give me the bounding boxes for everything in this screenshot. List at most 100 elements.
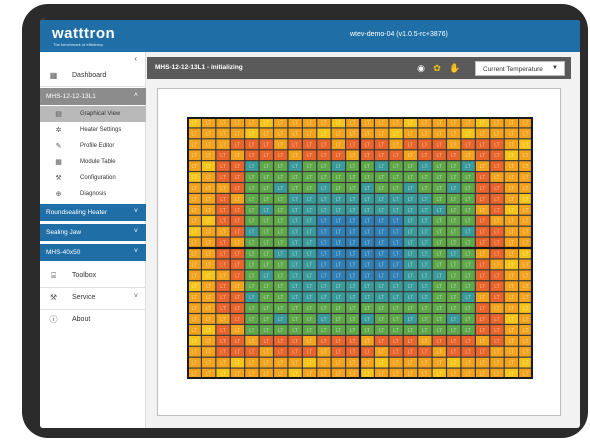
heater-cell[interactable]: LT	[389, 172, 403, 182]
heater-cell[interactable]: LT	[375, 259, 389, 270]
heater-cell[interactable]: LT	[389, 204, 403, 215]
heater-cell[interactable]: LT	[245, 128, 259, 139]
heater-cell[interactable]: LT	[519, 215, 533, 226]
brand-logo[interactable]: watttron	[52, 25, 115, 42]
heater-cell[interactable]: LT	[418, 150, 432, 161]
heater-cell[interactable]: LT	[461, 259, 475, 270]
heater-cell[interactable]: LT	[187, 139, 201, 150]
heater-cell[interactable]: LT	[389, 117, 403, 128]
heater-cell[interactable]: LT	[461, 335, 475, 346]
heater-cell[interactable]: LT	[346, 325, 360, 335]
heater-cell[interactable]: LT	[389, 281, 403, 292]
heater-cell[interactable]: LT	[504, 314, 518, 324]
heater-cell[interactable]: LT	[230, 237, 245, 248]
heater-cell[interactable]: LT	[360, 161, 374, 171]
heater-cell[interactable]: LT	[418, 117, 432, 128]
heater-cell[interactable]: LT	[403, 161, 418, 171]
heater-cell[interactable]: LT	[331, 325, 345, 335]
heater-cell[interactable]: LT	[418, 161, 432, 171]
heater-cell[interactable]: LT	[259, 226, 273, 237]
heater-cell[interactable]: LT	[375, 325, 389, 335]
heater-cell[interactable]: LT	[346, 237, 360, 248]
sidebar-item-graphical-view[interactable]: ▤ Graphical View	[40, 106, 146, 122]
heater-cell[interactable]: LT	[187, 335, 201, 346]
heater-cell[interactable]: LT	[331, 150, 345, 161]
heater-cell[interactable]: LT	[389, 226, 403, 237]
heater-cell[interactable]: LT	[274, 325, 288, 335]
heater-cell[interactable]: LT	[447, 281, 461, 292]
heater-cell[interactable]: LT	[331, 139, 345, 150]
heater-cell[interactable]: LT	[317, 314, 331, 324]
heater-cell[interactable]: LT	[331, 215, 345, 226]
heater-cell[interactable]: LT	[274, 226, 288, 237]
heater-cell[interactable]: LT	[504, 248, 518, 259]
heater-cell[interactable]: LT	[418, 183, 432, 193]
heater-cell[interactable]: LT	[403, 215, 418, 226]
heater-cell[interactable]: LT	[504, 194, 518, 204]
heater-cell[interactable]: LT	[245, 237, 259, 248]
heater-cell[interactable]: LT	[447, 248, 461, 259]
heater-cell[interactable]: LT	[245, 161, 259, 171]
heater-cell[interactable]: LT	[302, 117, 317, 128]
heater-cell[interactable]: LT	[519, 183, 533, 193]
heater-cell[interactable]: LT	[475, 117, 490, 128]
heater-cell[interactable]: LT	[230, 161, 245, 171]
heater-cell[interactable]: LT	[490, 161, 504, 171]
heater-cell[interactable]: LT	[375, 357, 389, 368]
heater-cell[interactable]: LT	[519, 259, 533, 270]
heater-cell[interactable]: LT	[331, 368, 345, 379]
heater-cell[interactable]: LT	[461, 314, 475, 324]
heater-cell[interactable]: LT	[216, 150, 230, 161]
heater-cell[interactable]: LT	[245, 281, 259, 292]
heater-cell[interactable]: LT	[360, 150, 374, 161]
heater-cell[interactable]: LT	[202, 237, 216, 248]
heater-cell[interactable]: LT	[187, 215, 201, 226]
heater-cell[interactable]: LT	[259, 346, 273, 357]
heater-cell[interactable]: LT	[447, 325, 461, 335]
sidebar-item-profile-editor[interactable]: ✎ Profile Editor	[40, 138, 146, 154]
heater-cell[interactable]: LT	[317, 281, 331, 292]
heater-cell[interactable]: LT	[259, 237, 273, 248]
heater-cell[interactable]: LT	[302, 357, 317, 368]
heater-cell[interactable]: LT	[245, 183, 259, 193]
sidebar-group-mhs-12-12-13l1[interactable]: MHS-12-12-13L1 ˄	[40, 88, 146, 105]
heater-cell[interactable]: LT	[375, 194, 389, 204]
heater-cell[interactable]: LT	[202, 117, 216, 128]
heater-cell[interactable]: LT	[230, 303, 245, 313]
heater-cell[interactable]: LT	[274, 183, 288, 193]
heater-cell[interactable]: LT	[490, 183, 504, 193]
heater-cell[interactable]: LT	[202, 183, 216, 193]
heater-cell[interactable]: LT	[389, 357, 403, 368]
heater-cell[interactable]: LT	[504, 117, 518, 128]
heater-cell[interactable]: LT	[475, 357, 490, 368]
sidebar-item-toolbox[interactable]: ⌸ Toolbox	[40, 266, 146, 286]
heater-cell[interactable]: LT	[245, 117, 259, 128]
heater-cell[interactable]: LT	[317, 346, 331, 357]
heater-cell[interactable]: LT	[461, 194, 475, 204]
heater-cell[interactable]: LT	[331, 346, 345, 357]
heater-cell[interactable]: LT	[504, 368, 518, 379]
heater-cell[interactable]: LT	[259, 335, 273, 346]
heater-cell[interactable]: LT	[216, 325, 230, 335]
heater-cell[interactable]: LT	[403, 335, 418, 346]
heater-cell[interactable]: LT	[230, 204, 245, 215]
heater-cell[interactable]: LT	[302, 226, 317, 237]
heater-cell[interactable]: LT	[230, 183, 245, 193]
heater-cell[interactable]: LT	[245, 270, 259, 281]
heater-cell[interactable]: LT	[403, 303, 418, 313]
heater-cell[interactable]: LT	[375, 215, 389, 226]
heater-cell[interactable]: LT	[274, 314, 288, 324]
heater-cell[interactable]: LT	[317, 303, 331, 313]
heater-cell[interactable]: LT	[346, 248, 360, 259]
heater-cell[interactable]: LT	[302, 346, 317, 357]
heater-cell[interactable]: LT	[375, 281, 389, 292]
heater-cell[interactable]: LT	[490, 368, 504, 379]
heater-cell[interactable]: LT	[274, 215, 288, 226]
heater-cell[interactable]: LT	[216, 292, 230, 302]
heater-cell[interactable]: LT	[245, 346, 259, 357]
heater-cell[interactable]: LT	[302, 237, 317, 248]
heater-cell[interactable]: LT	[360, 139, 374, 150]
heater-cell[interactable]: LT	[274, 172, 288, 182]
heater-cell[interactable]: LT	[331, 248, 345, 259]
heater-cell[interactable]: LT	[331, 194, 345, 204]
